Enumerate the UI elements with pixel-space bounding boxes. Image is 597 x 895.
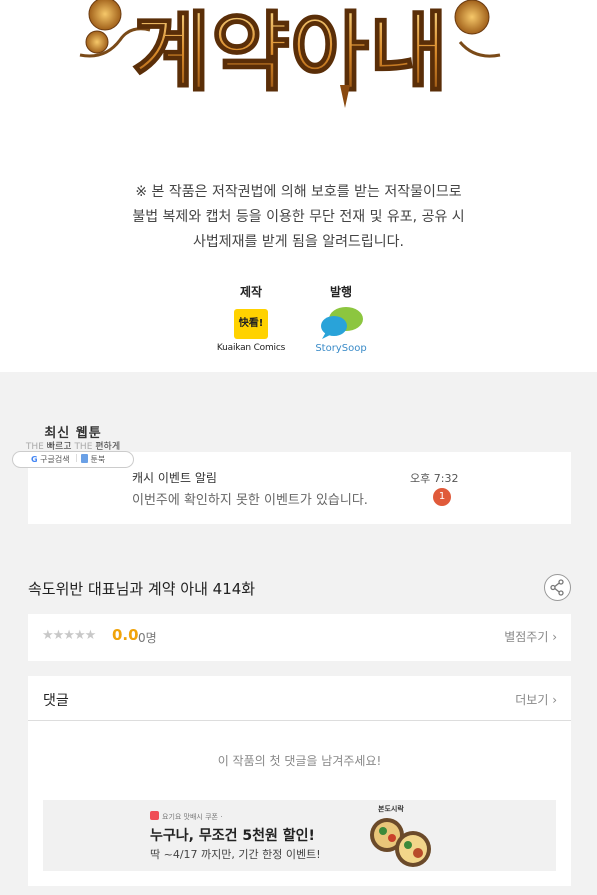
event-title: 캐시 이벤트 알림 bbox=[132, 471, 217, 485]
notice-line-3: 사법제재를 받게 됨을 알려드립니다. bbox=[193, 234, 404, 250]
copyright-notice: ※ 본 작품은 저작권법에 의해 보호를 받는 저작물이므로 불법 복제와 캡처… bbox=[0, 180, 597, 255]
rating-bar: ★★★★★ 0.0 0명 별점주기 › bbox=[28, 614, 571, 661]
top-section: 계약아내 ※ 본 작품은 저작권법에 의해 보호를 받는 저작물이므로 불법 복… bbox=[0, 0, 597, 372]
rating-stars-icon: ★★★★★ bbox=[42, 628, 96, 643]
notice-line-2: 불법 복제와 캡처 등을 이용한 무단 전재 및 유포, 공유 시 bbox=[132, 209, 465, 225]
ad-banner[interactable]: 요기요 맛배시 쿠폰 · 누구나, 무조건 5천원 할인! 딱 ~4/17 까지… bbox=[43, 800, 556, 871]
production-credit: 제작 快看! Kuaikan Comics bbox=[210, 283, 292, 353]
rate-button[interactable]: 별점주기 › bbox=[504, 628, 557, 645]
ad-title: 누구나, 무조건 5천원 할인! bbox=[150, 828, 315, 844]
ad-art-label: 본도시락 bbox=[378, 805, 404, 813]
event-time: 오후 7:32 bbox=[410, 472, 459, 485]
widget-search-pill[interactable]: G 구글검색 | 툰북 bbox=[12, 451, 134, 468]
ad-brand-text: 요기요 맛배시 쿠폰 · bbox=[162, 813, 223, 821]
book-icon bbox=[81, 454, 88, 463]
event-count-badge: 1 bbox=[433, 488, 451, 506]
comic-title-logo: 계약아내 bbox=[79, 0, 501, 108]
google-icon: G bbox=[31, 455, 38, 464]
rating-score: 0.0 bbox=[112, 626, 139, 644]
storysoop-logo-icon bbox=[321, 307, 363, 339]
rose-left-bottom bbox=[85, 30, 109, 54]
comments-header: 댓글 더보기 › bbox=[28, 676, 571, 721]
publisher-name: StorySoop bbox=[315, 343, 367, 354]
publisher-label: 발행 bbox=[329, 285, 353, 299]
ad-subtitle: 딱 ~4/17 까지만, 기간 한정 이벤트! bbox=[150, 848, 321, 861]
production-name: Kuaikan Comics bbox=[216, 343, 286, 353]
event-description: 이번주에 확인하지 못한 이벤트가 있습니다. bbox=[132, 493, 368, 508]
production-label: 제작 bbox=[239, 285, 263, 299]
kuaikan-logo-icon: 快看! bbox=[234, 309, 268, 339]
toonbook-link[interactable]: 툰북 bbox=[81, 454, 105, 465]
rose-left-top bbox=[88, 0, 122, 31]
toonbook-label: 툰북 bbox=[90, 455, 106, 464]
comments-section: 댓글 더보기 › 이 작품의 첫 댓글을 남겨주세요! 요기요 맛배시 쿠폰 ·… bbox=[28, 676, 571, 886]
pill-divider: | bbox=[75, 453, 78, 462]
publisher-credit: 발행 StorySoop bbox=[308, 283, 374, 354]
rating-count: 0명 bbox=[138, 631, 157, 645]
comments-title: 댓글 bbox=[43, 693, 69, 709]
comments-empty-message: 이 작품의 첫 댓글을 남겨주세요! bbox=[217, 754, 382, 768]
google-search-label: 구글검색 bbox=[40, 455, 70, 464]
share-button[interactable] bbox=[544, 574, 571, 601]
notice-line-1: ※ 본 작품은 저작권법에 의해 보호를 받는 저작물이므로 bbox=[135, 184, 462, 200]
share-icon bbox=[550, 579, 564, 596]
vine-right bbox=[458, 41, 501, 58]
google-search-link[interactable]: G 구글검색 bbox=[31, 454, 70, 465]
latest-webtoon-widget[interactable]: 최신 웹툰 THE 빠르고 THE 편하게 G 구글검색 | 툰북 bbox=[12, 422, 134, 468]
episode-title: 속도위반 대표님과 계약 아내 414화 bbox=[28, 580, 256, 598]
rose-right bbox=[454, 0, 490, 35]
yogiyo-logo-icon bbox=[150, 811, 159, 820]
title-logo-text: 계약아내 bbox=[132, 2, 448, 103]
ad-brand: 요기요 맛배시 쿠폰 · bbox=[150, 811, 222, 822]
comments-more-link[interactable]: 더보기 › bbox=[515, 691, 557, 708]
